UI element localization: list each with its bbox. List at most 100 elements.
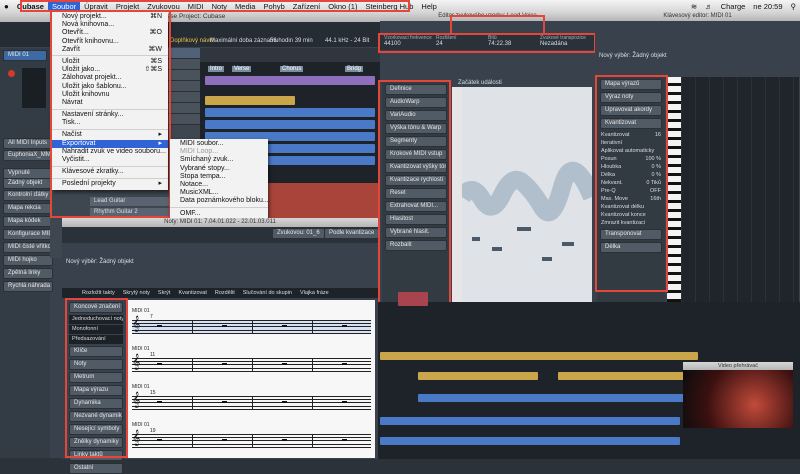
score-inspector-section[interactable]: Znělky dynamiky [69,437,123,448]
key-inspector-section[interactable]: Délka [600,242,662,253]
audio-clip[interactable] [418,394,688,402]
key-inspector-section[interactable]: Výraz noty [600,92,662,103]
quantize-row[interactable]: Kvantizovat16 [597,131,665,139]
inspector-section-8[interactable]: Rychlá náhrada [3,281,53,292]
sample-inspector-button[interactable]: Vybrané hlasit. [385,227,447,238]
file-menu-item[interactable]: Vyčistit... [52,156,168,164]
menu-project[interactable]: Projekt [112,2,143,11]
file-menu-item[interactable]: Uložit knihovnu [52,91,168,99]
inspector-inputs[interactable]: All MIDI Inputs [3,138,53,149]
sample-inspector-button[interactable]: Krokové MIDI vstup [385,149,447,160]
quantize-row[interactable]: Max. Move16th [597,195,665,203]
sample-inspector-button[interactable]: Extrahovat MIDI... [385,201,447,212]
menu-midi[interactable]: MIDI [184,2,208,11]
sample-inspector-button[interactable]: Výška tónu & Warp [385,123,447,134]
score-snap-select[interactable]: Podle kvantizace [324,228,379,239]
wifi-icon[interactable]: ≋ [687,2,701,11]
audio-clip[interactable] [380,437,680,445]
midi-clip[interactable] [205,76,375,85]
file-menu-item[interactable]: Návrat [52,99,168,107]
option-bar-item[interactable]: Kvantizovat [178,288,206,298]
file-menu-item[interactable]: Nový projekt...⌘N [52,13,168,21]
audio-clip[interactable] [558,372,688,380]
file-menu-item[interactable]: Uložit jako...⇧⌘S [52,66,168,74]
audio-clip[interactable] [380,417,680,425]
score-inspector-field[interactable]: Jednoduchovací noty [69,315,123,324]
waveform-area[interactable] [462,87,592,302]
menu-transport[interactable]: Pohyb [259,2,288,11]
inspector-section-5[interactable]: MIDI čisté vřítko [3,242,53,253]
sample-header-field[interactable]: Zvukové transpoziceNezadána [540,35,590,47]
inspector-section-1[interactable]: Kontrolní ďátky [3,190,53,201]
menu-devices[interactable]: Zařízení [289,2,325,11]
quantize-row[interactable]: Aplikovat automaticky [597,147,665,155]
audio-clip[interactable] [205,96,295,105]
score-page[interactable]: MIDI 017𝄞MIDI 0111𝄞MIDI 0115𝄞MIDI 0119𝄞 [128,300,375,458]
staff[interactable]: 𝄞 [132,434,371,448]
inspector-section-2[interactable]: Mapa rekcia [3,203,53,214]
file-menu-item[interactable]: Načíst▸ [52,131,168,139]
score-inspector-field[interactable]: Monofonní [69,325,123,334]
audio-clip[interactable] [380,352,698,360]
sample-inspector-button[interactable]: Hlasitost [385,214,447,225]
file-menu-item[interactable]: Exportovat▸ [52,140,168,148]
piano-keys[interactable] [667,77,681,302]
export-menu-item[interactable]: Notace... [170,181,268,189]
score-inspector-section[interactable]: Nesející symboly [69,424,123,435]
menu-help[interactable]: Help [417,2,440,11]
file-menu-item[interactable]: Klávesové zkratky... [52,168,168,176]
file-menu-item[interactable]: Tisk... [52,119,168,127]
quantize-row[interactable]: Hloubka0 % [597,163,665,171]
score-inspector-section[interactable]: Metrum [69,372,123,383]
key-inspector-section[interactable]: Mapa výrazů [600,79,662,90]
file-menu-item[interactable]: Zálohovat projekt... [52,74,168,82]
export-menu-item[interactable]: MIDI soubor... [170,140,268,148]
sample-inspector-button[interactable]: VariAudio [385,110,447,121]
sample-header-field[interactable]: Rozlišení24 [436,35,486,47]
score-inspector-section[interactable]: Noty [69,359,123,370]
key-inspector-section[interactable]: Upravovat akordy [600,105,662,116]
menu-media[interactable]: Media [231,2,259,11]
video-frame[interactable] [683,370,793,428]
sample-inspector-button[interactable]: Segmenty [385,136,447,147]
option-bar-item[interactable]: Rozložit takty [82,288,115,298]
score-inspector-field[interactable]: Předsazování [69,335,123,344]
staff[interactable]: 𝄞 [132,320,371,334]
score-inspector-section[interactable]: Linky taktů [69,450,123,461]
sample-inspector-button[interactable]: Definice [385,84,447,95]
inspector-section-7[interactable]: Zpětná linky [3,268,53,279]
quantize-row[interactable]: Délka0 % [597,171,665,179]
export-menu-item[interactable]: Stopa tempa... [170,173,268,181]
menu-cubase[interactable]: Cubase [13,2,48,11]
score-inspector-section[interactable]: Klíče [69,346,123,357]
file-menu-item[interactable]: Otevřít...⌘O [52,29,168,37]
sample-inspector-button[interactable]: Reset [385,188,447,199]
quantize-row[interactable]: Pre-QOFF [597,187,665,195]
file-menu-item[interactable]: Uložit⌘S [52,58,168,66]
track-lead-guitar[interactable]: Lead Guitar [90,197,174,206]
score-zoom-select[interactable]: Zvukovou: 01_6 [272,228,325,239]
audio-clip[interactable] [205,120,375,129]
file-menu-item[interactable]: Uložit jako šablonu... [52,83,168,91]
inspector-output[interactable]: EuphoniaX_MM [3,150,53,161]
length-row[interactable]: Kvantizovat délku [597,203,665,211]
sample-header-field[interactable]: Vzorkovací frekvence44100 [384,35,434,47]
score-inspector-section[interactable]: Dynamika [69,398,123,409]
inspector-no-object[interactable]: Žádný objekt [3,178,53,189]
menu-window[interactable]: Okno (1) [324,2,361,11]
option-bar-item[interactable]: Slučování do skupin [243,288,292,298]
sample-header-field[interactable]: Bitů74:22.38 [488,35,538,47]
video-thumb[interactable] [398,292,428,306]
score-inspector-section[interactable]: Ostatní [69,463,123,474]
export-menu-item[interactable]: Data poznámkového bloku... [170,197,268,205]
export-menu-item[interactable]: MusicXML... [170,189,268,197]
menu-edit[interactable]: Úpravit [80,2,112,11]
file-menu-item[interactable]: Poslední projekty▸ [52,180,168,188]
track-rhythm-guitar[interactable]: Rhythm Guitar 2 [90,208,174,217]
sample-inspector-button[interactable]: AudioWarp [385,97,447,108]
note-grid[interactable] [681,77,799,302]
record-button[interactable] [8,70,15,77]
inspector-section-3[interactable]: Mapa kódek [3,216,53,227]
option-bar-item[interactable]: Rozdělit [215,288,235,298]
menu-steinberg-hub[interactable]: Steinberg Hub [361,2,417,11]
